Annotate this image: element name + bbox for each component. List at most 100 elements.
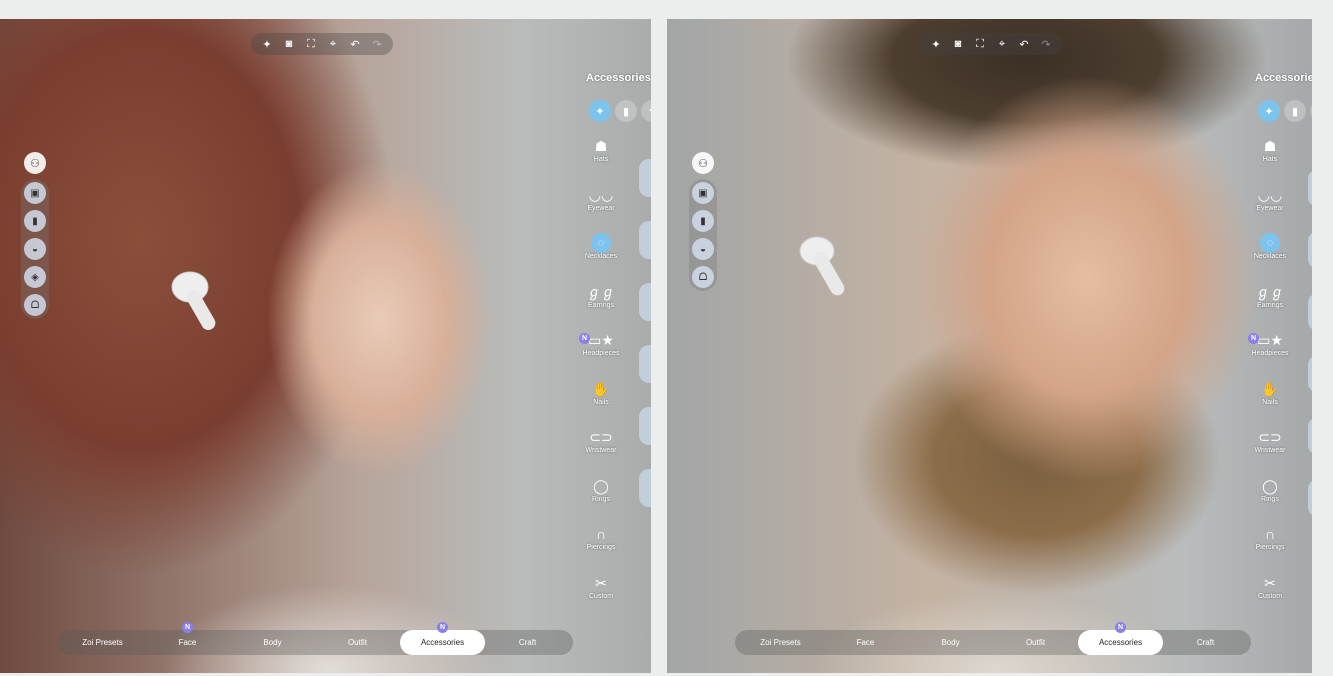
category-earrings[interactable]: ℊℊ Earrings [581,283,621,310]
nav-tab-craft[interactable]: Craft [485,630,570,655]
nav-tab-zoi-presets[interactable]: Zoi Presets [60,630,145,655]
undo-button[interactable]: ↶ [1016,36,1032,52]
item-thumbnail[interactable] [639,407,651,445]
category-necklaces[interactable]: ◌ Necklaces [1250,233,1290,261]
nav-tab-body[interactable]: Body [908,630,993,655]
nav-tab-outfit[interactable]: Outfit [315,630,400,655]
camera-button[interactable]: ◙ [281,36,297,52]
category-label: Eyewear [587,204,615,212]
category-label: Eyewear [1256,204,1284,212]
category-nails[interactable]: ✋ Nails [581,380,621,407]
accessory-tab-2[interactable]: ▮ [1284,100,1306,122]
outfit-slot-icon[interactable]: ▣ [692,182,714,204]
left-character-viewport[interactable]: ✦◙⛶⌖↶↷ ⚇ ▣▮◒◈ᗝ Accessories ✦▮◓ ☗Hats◡◡Ey… [0,19,651,673]
right-character-viewport[interactable]: ✦◙⛶⌖↶↷ ⚇ ▣▮◒ᗝ Accessories ✦▮◓ ☗Hats◡◡Eye… [667,19,1312,673]
category-nails[interactable]: ✋ Nails [1250,380,1290,407]
frame-button[interactable]: ⛶ [972,36,988,52]
item-thumbnail[interactable] [1308,355,1312,393]
nav-tab-face[interactable]: Face [823,630,908,655]
eyewear-icon: ◡◡ [1257,186,1283,203]
outfit-slot-icon[interactable]: ᗝ [692,266,714,288]
redo-button[interactable]: ↷ [369,36,385,52]
magic-wand-button[interactable]: ✦ [928,36,944,52]
nav-tab-body[interactable]: Body [230,630,315,655]
item-thumbnail[interactable] [1308,293,1312,331]
piercings-icon: ∩ [1264,526,1276,542]
nav-tab-accessories[interactable]: Accessories [1078,630,1163,655]
item-thumbnail[interactable] [1308,417,1312,455]
item-thumbnail[interactable] [639,345,651,383]
accessory-tab-1[interactable]: ✦ [589,100,611,122]
nav-tab-craft[interactable]: Craft [1163,630,1248,655]
frame-button[interactable]: ⛶ [303,36,319,52]
item-thumbnail[interactable] [1308,169,1312,207]
category-label: Custom [1257,592,1283,600]
top-toolbar: ✦ ◙ ⛶ ⌖ ↶ ↷ [251,33,393,55]
category-hats[interactable]: ☗ Hats [581,137,621,164]
nav-tab-face[interactable]: Face [145,630,230,655]
undo-button[interactable]: ↶ [347,36,363,52]
new-badge: N [182,622,193,633]
new-badge: N [437,622,448,633]
category-label: Hats [1262,156,1278,163]
earbud-render [171,271,216,330]
category-necklaces[interactable]: ◌ Necklaces [581,233,621,261]
accessories-title: Accessories [1255,72,1312,84]
focus-button[interactable]: ⌖ [994,36,1010,52]
outfit-slot-icon[interactable]: ▮ [692,210,714,232]
category-rings[interactable]: ◯ Rings [1250,477,1290,504]
category-label: Necklaces [1253,253,1287,260]
wristwear-icon: ⊂⊃ [589,429,613,445]
category-wristwear[interactable]: ⊂⊃ Wristwear [1250,428,1290,455]
outfit-slot-icon[interactable]: ᗝ [24,294,46,316]
outfit-slot-icon[interactable]: ▣ [24,182,46,204]
category-piercings[interactable]: ∩ Piercings [581,525,621,552]
accessory-tab-3[interactable]: ◓ [1310,100,1312,122]
category-label: Piercings [1255,544,1285,551]
item-thumbnail[interactable] [1308,231,1312,269]
item-thumbnail[interactable] [639,159,651,197]
piercings-icon: ∩ [595,526,607,542]
category-custom[interactable]: ✂ Custom [1250,574,1290,601]
outfit-slot-icon[interactable]: ◈ [24,266,46,288]
nav-tab-accessories[interactable]: Accessories [400,630,485,655]
outfit-slot-icon[interactable]: ▮ [24,210,46,232]
nav-tab-zoi-presets[interactable]: Zoi Presets [738,630,823,655]
redo-button[interactable]: ↷ [1038,36,1054,52]
outfit-slot-icon[interactable]: ◒ [692,238,714,260]
category-hats[interactable]: ☗ Hats [1250,137,1290,164]
accessory-tab-3[interactable]: ◓ [641,100,651,122]
category-label: Piercings [586,544,616,551]
nails-icon: ✋ [1261,380,1279,397]
avatar-settings-button[interactable]: ⚇ [692,152,714,174]
item-thumbnail[interactable] [1308,479,1312,517]
category-headpieces[interactable]: ▭★ Headpieces N [1248,331,1290,358]
outfit-slot-icon[interactable]: ◒ [24,238,46,260]
category-headpieces[interactable]: ▭★ Headpieces N [579,331,621,358]
category-piercings[interactable]: ∩ Piercings [1250,525,1290,552]
accessory-tab-2[interactable]: ▮ [615,100,637,122]
item-thumbnail[interactable] [639,469,651,507]
bottom-nav: Zoi Presets Face Body Outfit Accessories Craf… [57,622,573,655]
outfit-rail: ▣ ▮ ◒ ᗝ [689,179,717,291]
category-label: Nails [593,398,609,406]
avatar-settings-button[interactable]: ⚇ [24,152,46,174]
category-wristwear[interactable]: ⊂⊃ Wristwear [581,428,621,455]
camera-button[interactable]: ◙ [950,36,966,52]
nav-tab-outfit[interactable]: Outfit [993,630,1078,655]
category-eyewear[interactable]: ◡◡ Eyewear [1250,186,1290,213]
male-character-render [667,19,1312,673]
item-thumbnail[interactable] [639,221,651,259]
category-custom[interactable]: ✂ Custom [581,574,621,601]
category-earrings[interactable]: ℊℊ Earrings [1250,283,1290,310]
item-thumbnail[interactable] [639,283,651,321]
magic-wand-button[interactable]: ✦ [259,36,275,52]
category-rings[interactable]: ◯ Rings [581,477,621,504]
necklaces-icon: ◌ [1250,233,1290,253]
category-label: Earrings [587,301,615,309]
female-character-render [0,19,651,673]
focus-button[interactable]: ⌖ [325,36,341,52]
accessory-tab-1[interactable]: ✦ [1258,100,1280,122]
category-eyewear[interactable]: ◡◡ Eyewear [581,186,621,213]
category-label: Wristwear [585,447,617,454]
